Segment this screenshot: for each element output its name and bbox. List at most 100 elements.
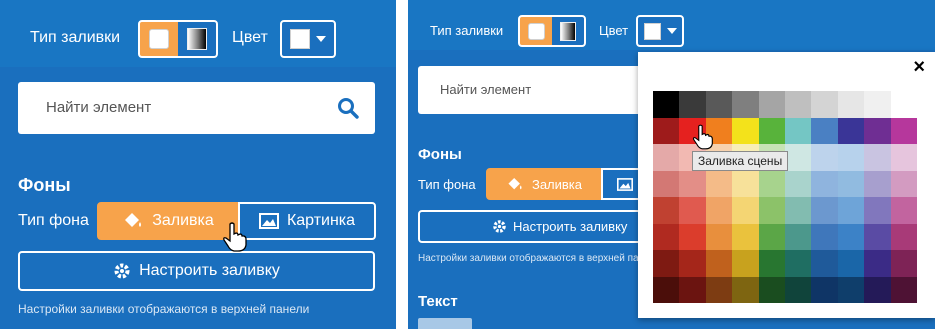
color-swatch-1-3[interactable] xyxy=(732,117,759,144)
color-swatch-0-6[interactable] xyxy=(811,91,838,118)
search-input[interactable]: Найти элемент xyxy=(46,99,151,116)
color-swatch-6-0[interactable] xyxy=(653,250,680,277)
color-swatch-0-1[interactable] xyxy=(679,91,706,118)
color-swatch-3-6[interactable] xyxy=(811,170,838,197)
color-swatch-5-3[interactable] xyxy=(732,223,759,250)
color-swatch-5-0[interactable] xyxy=(653,223,680,250)
search-icon[interactable] xyxy=(337,97,359,119)
color-swatch-7-0[interactable] xyxy=(653,276,680,303)
color-swatch-6-4[interactable] xyxy=(758,250,785,277)
color-swatch-2-8[interactable] xyxy=(864,144,891,171)
color-swatch-3-9[interactable] xyxy=(890,170,917,197)
color-swatch-6-6[interactable] xyxy=(811,250,838,277)
color-swatch-2-5[interactable] xyxy=(784,144,812,171)
color-swatch-7-5[interactable] xyxy=(784,276,812,303)
gradient-fill-option[interactable] xyxy=(552,17,584,45)
color-swatch-4-1[interactable] xyxy=(679,197,706,224)
color-swatch-7-2[interactable] xyxy=(705,276,733,303)
color-swatch-7-8[interactable] xyxy=(864,276,891,303)
solid-fill-option[interactable] xyxy=(520,17,552,45)
color-swatch-1-0[interactable] xyxy=(653,117,680,144)
paint-bucket-icon xyxy=(508,177,522,189)
color-swatch-3-2[interactable] xyxy=(705,170,733,197)
color-swatch-5-1[interactable] xyxy=(679,223,706,250)
color-swatch-4-2[interactable] xyxy=(705,197,733,224)
color-swatch-0-0[interactable] xyxy=(653,91,680,118)
color-swatch-0-7[interactable] xyxy=(837,91,865,118)
color-swatch-7-6[interactable] xyxy=(811,276,838,303)
color-swatch-5-4[interactable] xyxy=(758,223,785,250)
color-swatch-3-3[interactable] xyxy=(732,170,759,197)
color-swatch-5-2[interactable] xyxy=(705,223,733,250)
solid-fill-option[interactable] xyxy=(140,22,178,56)
color-swatch-0-3[interactable] xyxy=(732,91,759,118)
color-swatch-7-3[interactable] xyxy=(732,276,759,303)
color-swatch-7-4[interactable] xyxy=(758,276,785,303)
color-swatch-0-2[interactable] xyxy=(705,91,733,118)
color-swatch-6-9[interactable] xyxy=(890,250,917,277)
color-swatch-1-7[interactable] xyxy=(837,117,865,144)
color-swatch-icon xyxy=(643,22,661,40)
search-input[interactable]: Найти элемент xyxy=(440,82,531,97)
color-swatch-3-1[interactable] xyxy=(679,170,706,197)
text-color-swatch[interactable] xyxy=(418,318,472,329)
color-swatch-4-9[interactable] xyxy=(890,197,917,224)
image-icon xyxy=(617,177,633,191)
color-picker-popup: × xyxy=(638,52,935,318)
picture-button[interactable]: Картинка xyxy=(238,202,376,240)
color-swatch-5-5[interactable] xyxy=(784,223,812,250)
fill-button[interactable]: Заливка xyxy=(97,202,239,240)
color-swatch-1-9[interactable] xyxy=(890,117,917,144)
color-swatch-1-5[interactable] xyxy=(784,117,812,144)
color-swatch-1-8[interactable] xyxy=(864,117,891,144)
color-swatch-2-7[interactable] xyxy=(837,144,865,171)
color-swatch-0-4[interactable] xyxy=(758,91,785,118)
color-swatch-5-8[interactable] xyxy=(864,223,891,250)
color-swatch-3-8[interactable] xyxy=(864,170,891,197)
color-swatch-3-5[interactable] xyxy=(784,170,812,197)
color-swatch-1-6[interactable] xyxy=(811,117,838,144)
color-swatch-0-8[interactable] xyxy=(864,91,891,118)
color-swatch-1-4[interactable] xyxy=(758,117,785,144)
color-swatch-3-7[interactable] xyxy=(837,170,865,197)
color-swatch-2-9[interactable] xyxy=(890,144,917,171)
configure-fill-button[interactable]: Настроить заливку xyxy=(18,251,375,291)
color-dropdown[interactable] xyxy=(280,20,336,58)
color-swatch-6-3[interactable] xyxy=(732,250,759,277)
color-swatch-4-6[interactable] xyxy=(811,197,838,224)
color-swatch-4-4[interactable] xyxy=(758,197,785,224)
color-swatch-7-7[interactable] xyxy=(837,276,865,303)
search-box[interactable]: Найти элемент xyxy=(18,82,375,134)
color-swatch-4-8[interactable] xyxy=(864,197,891,224)
color-dropdown[interactable] xyxy=(636,15,684,47)
color-swatch-0-9[interactable] xyxy=(890,91,917,118)
color-swatch-0-5[interactable] xyxy=(784,91,812,118)
color-swatch-6-8[interactable] xyxy=(864,250,891,277)
color-swatch-2-6[interactable] xyxy=(811,144,838,171)
color-swatch-4-5[interactable] xyxy=(784,197,812,224)
close-icon[interactable]: × xyxy=(913,56,925,79)
paint-bucket-icon xyxy=(125,213,142,227)
chevron-down-icon xyxy=(666,28,677,34)
fill-settings-note: Настройки заливки отображаются в верхней… xyxy=(18,302,310,316)
configure-fill-button[interactable]: Настроить заливку xyxy=(418,210,668,243)
color-swatch-2-0[interactable] xyxy=(653,144,680,171)
text-heading: Текст xyxy=(418,293,458,310)
color-swatch-7-9[interactable] xyxy=(890,276,917,303)
fill-button[interactable]: Заливка xyxy=(486,168,602,200)
color-swatch-5-9[interactable] xyxy=(890,223,917,250)
color-swatch-4-7[interactable] xyxy=(837,197,865,224)
color-swatch-7-1[interactable] xyxy=(679,276,706,303)
color-swatch-6-2[interactable] xyxy=(705,250,733,277)
color-swatch-4-0[interactable] xyxy=(653,197,680,224)
search-box[interactable]: Найти элемент xyxy=(418,66,648,114)
color-swatch-6-1[interactable] xyxy=(679,250,706,277)
color-swatch-3-4[interactable] xyxy=(758,170,785,197)
gradient-fill-option[interactable] xyxy=(178,22,216,56)
color-swatch-5-6[interactable] xyxy=(811,223,838,250)
color-swatch-5-7[interactable] xyxy=(837,223,865,250)
color-swatch-4-3[interactable] xyxy=(732,197,759,224)
color-swatch-3-0[interactable] xyxy=(653,170,680,197)
color-swatch-6-7[interactable] xyxy=(837,250,865,277)
color-swatch-6-5[interactable] xyxy=(784,250,812,277)
